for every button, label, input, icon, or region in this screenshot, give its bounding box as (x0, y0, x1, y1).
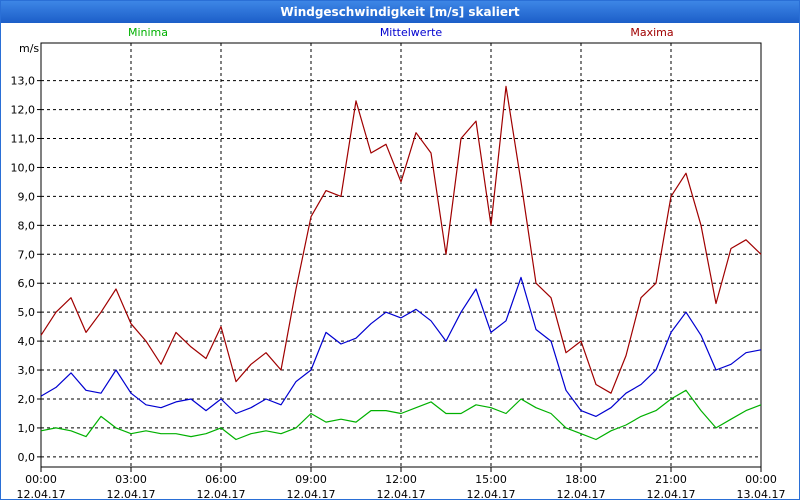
y-tick-label: 5,0 (18, 306, 36, 319)
x-tick-date: 12.04.17 (287, 488, 336, 499)
x-tick-date: 12.04.17 (197, 488, 246, 499)
legend-minima: Minima (128, 26, 168, 39)
y-tick-label: 1,0 (18, 422, 36, 435)
y-tick-label: 13,0 (11, 75, 36, 88)
x-tick-date: 12.04.17 (557, 488, 606, 499)
x-tick-time: 21:00 (655, 473, 687, 486)
legend-mittelwerte: Mittelwerte (380, 26, 443, 39)
x-tick-date: 13.04.17 (737, 488, 786, 499)
y-tick-label: 10,0 (11, 161, 36, 174)
x-tick-time: 06:00 (205, 473, 237, 486)
legend-maxima: Maxima (630, 26, 673, 39)
x-tick-time: 18:00 (565, 473, 597, 486)
x-tick-date: 12.04.17 (377, 488, 426, 499)
y-tick-label: 9,0 (18, 190, 36, 203)
y-tick-label: 8,0 (18, 219, 36, 232)
y-tick-label: 7,0 (18, 248, 36, 261)
x-tick-date: 12.04.17 (17, 488, 66, 499)
x-tick-date: 12.04.17 (647, 488, 696, 499)
x-tick-time: 15:00 (475, 473, 507, 486)
wind-speed-chart: 0,0 1,0 2,0 3,0 4,0 5,0 6,0 7,0 8,0 9,0 10,0 11,0 12… (11, 26, 786, 499)
y-tick-label: 0,0 (18, 451, 36, 464)
y-axis-label: m/s (19, 42, 39, 55)
y-tick-label: 6,0 (18, 277, 36, 290)
y-tick-label: 3,0 (18, 364, 36, 377)
window-title: Windgeschwindigkeit [m/s] skaliert (1, 1, 799, 23)
y-axis-ticks: 0,0 1,0 2,0 3,0 4,0 5,0 6,0 7,0 8,0 9,0 10,0 11,0 12… (11, 75, 41, 464)
x-tick-time: 12:00 (385, 473, 417, 486)
x-tick-time: 00:00 (745, 473, 777, 486)
x-tick-date: 12.04.17 (467, 488, 516, 499)
y-tick-label: 11,0 (11, 133, 36, 146)
y-tick-label: 12,0 (11, 104, 36, 117)
x-tick-date: 12.04.17 (107, 488, 156, 499)
y-tick-label: 2,0 (18, 393, 36, 406)
x-tick-time: 00:00 (25, 473, 57, 486)
chart-window: Windgeschwindigkeit [m/s] skaliert 0,0 1,… (0, 0, 800, 500)
x-tick-time: 09:00 (295, 473, 327, 486)
x-axis-ticks: 00:00 12.04.17 03:00 12.04.17 06:00 12.04.17 0… (17, 467, 786, 499)
x-tick-time: 03:00 (115, 473, 147, 486)
y-tick-label: 4,0 (18, 335, 36, 348)
